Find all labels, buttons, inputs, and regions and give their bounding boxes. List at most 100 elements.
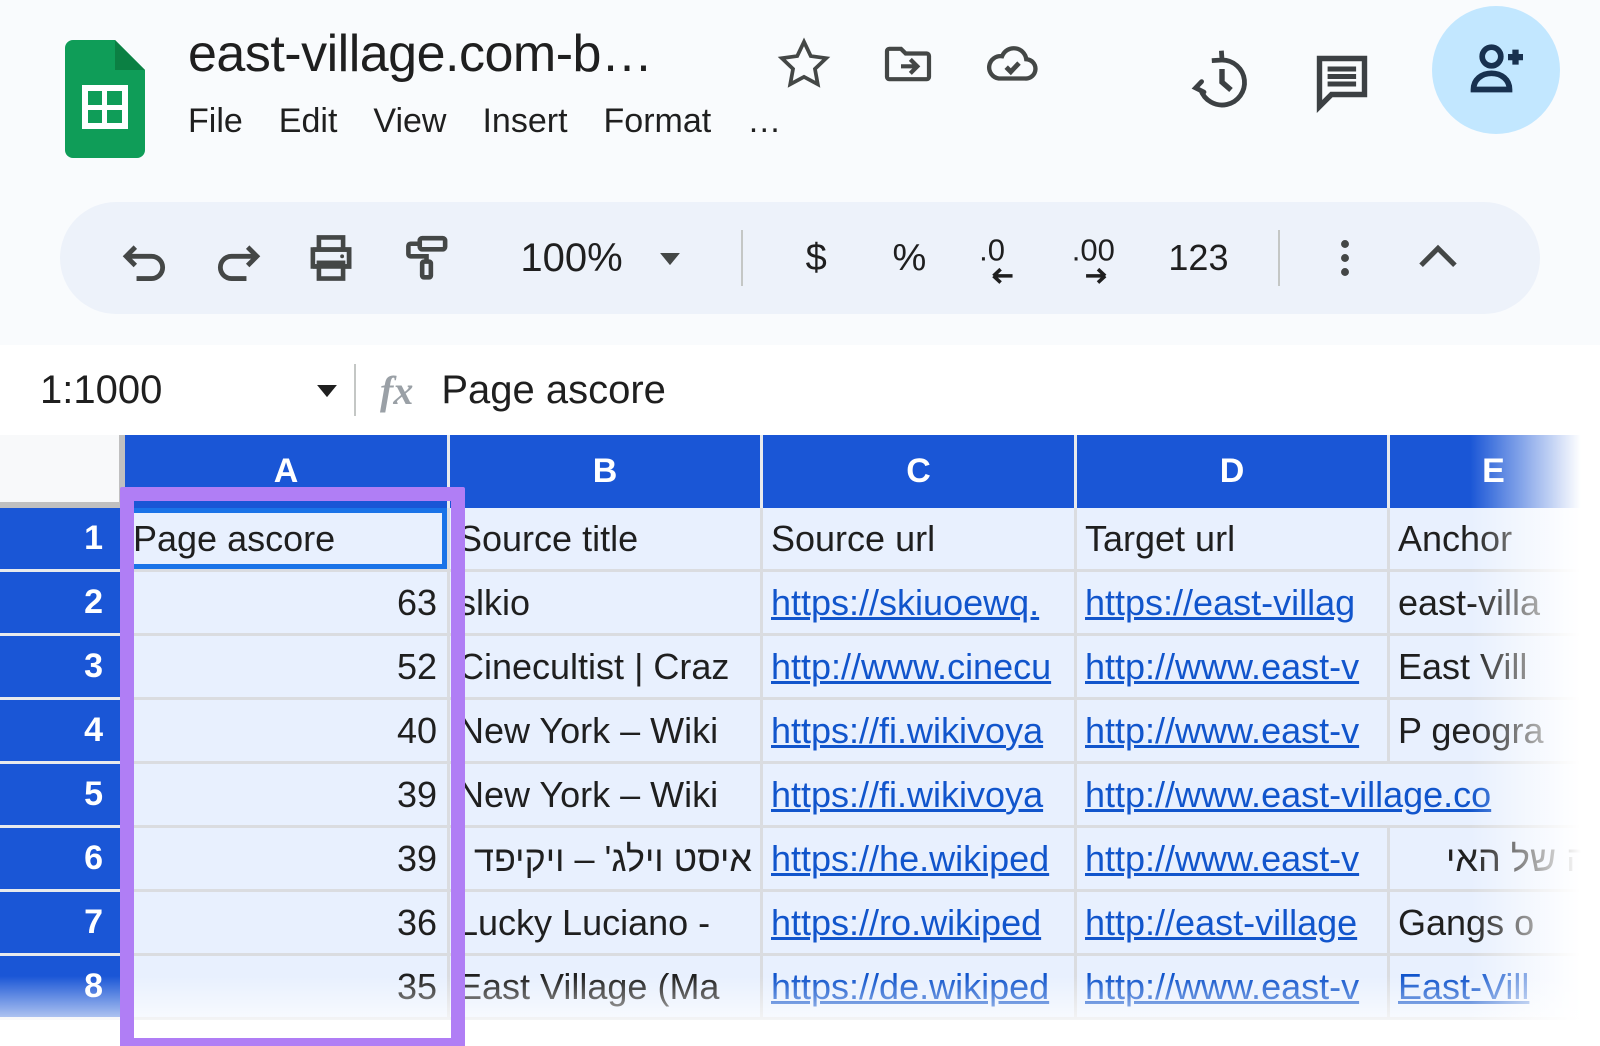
collapse-menus-button[interactable] (1382, 202, 1494, 314)
row-header-4[interactable]: 4 (0, 700, 125, 764)
row-header-8[interactable]: 8 (0, 956, 125, 1020)
cell-e8[interactable]: East-Vill (1390, 956, 1600, 1020)
cell-e7[interactable]: Gangs o (1390, 892, 1600, 956)
document-title[interactable]: east-village.com-b… (188, 28, 783, 80)
cell-a5[interactable]: 39 (125, 764, 450, 828)
redo-button[interactable] (191, 202, 284, 314)
column-header-a[interactable]: A (125, 435, 450, 508)
cell-c7[interactable]: https://ro.wikiped (763, 892, 1077, 956)
cell-a7[interactable]: 36 (125, 892, 450, 956)
select-all-corner[interactable] (0, 435, 125, 508)
column-header-c[interactable]: C (763, 435, 1077, 508)
cell-e4[interactable]: P geogra (1390, 700, 1600, 764)
menu-item-view[interactable]: View (373, 102, 446, 141)
cell-a1[interactable]: Page ascore (125, 508, 450, 572)
decrease-decimal-button[interactable]: .0 (956, 202, 1049, 314)
cell-c3[interactable]: http://www.cinecu (763, 636, 1077, 700)
cell-d6[interactable]: http://www.east-v (1077, 828, 1390, 892)
menu-item-format[interactable]: Format (604, 102, 712, 141)
cell-c5[interactable]: https://fi.wikivoya (763, 764, 1077, 828)
cell-e2[interactable]: east-villa (1390, 572, 1600, 636)
cell-d2[interactable]: https://east-villag (1077, 572, 1390, 636)
cell-d5[interactable]: http://www.east-village.co (1077, 764, 1600, 828)
cell-e1[interactable]: Anchor (1390, 508, 1600, 572)
menu-item-edit[interactable]: Edit (279, 102, 338, 141)
column-header-b[interactable]: B (450, 435, 763, 508)
cell-b3[interactable]: Cinecultist | Craz (450, 636, 763, 700)
name-box[interactable]: 1:1000 (40, 368, 310, 413)
row-header-6[interactable]: 6 (0, 828, 125, 892)
title-bar: east-village.com-b… File Edit View Inser… (0, 0, 1600, 190)
row-header-5[interactable]: 5 (0, 764, 125, 828)
more-options-button[interactable] (1308, 202, 1383, 314)
cell-b4[interactable]: New York – Wiki (450, 700, 763, 764)
row-header-3[interactable]: 3 (0, 636, 125, 700)
zoom-selector[interactable]: 100% (492, 202, 716, 314)
sheets-logo-icon (65, 40, 145, 158)
comment-icon[interactable] (1306, 45, 1378, 117)
main-toolbar: 100% $ % .0 .00 123 (60, 202, 1540, 314)
column-header-d[interactable]: D (1077, 435, 1390, 508)
undo-button[interactable] (98, 202, 191, 314)
cell-b2[interactable]: slkio (450, 572, 763, 636)
cell-b5[interactable]: New York – Wiki (450, 764, 763, 828)
table-row: 52 Cinecultist | Craz http://www.cinecu … (125, 636, 1600, 700)
increase-decimal-button[interactable]: .00 (1049, 202, 1147, 314)
percent-format-button[interactable]: % (863, 202, 956, 314)
toolbar-container: 100% $ % .0 .00 123 (0, 190, 1600, 345)
share-add-person-icon (1460, 34, 1532, 106)
cell-a4[interactable]: 40 (125, 700, 450, 764)
formula-divider (354, 364, 356, 416)
table-row: 36 Lucky Luciano - https://ro.wikiped ht… (125, 892, 1600, 956)
cell-d4[interactable]: http://www.east-v (1077, 700, 1390, 764)
star-icon[interactable] (775, 35, 833, 93)
cell-area: Page ascore Source title Source url Targ… (125, 508, 1600, 1020)
menu-item-file[interactable]: File (188, 102, 243, 141)
currency-format-button[interactable]: $ (770, 202, 863, 314)
cell-a6[interactable]: 39 (125, 828, 450, 892)
cell-c2[interactable]: https://skiuoewq. (763, 572, 1077, 636)
cell-b8[interactable]: East Village (Ma (450, 956, 763, 1020)
cell-c1[interactable]: Source url (763, 508, 1077, 572)
cell-a3[interactable]: 52 (125, 636, 450, 700)
more-formats-button[interactable]: 123 (1147, 202, 1250, 314)
fx-icon: fx (380, 367, 413, 414)
cell-e6[interactable]: ה של האי (1390, 828, 1600, 892)
share-button[interactable] (1432, 6, 1560, 134)
cell-d3[interactable]: http://www.east-v (1077, 636, 1390, 700)
toolbar-divider-1 (715, 202, 769, 314)
version-history-icon[interactable] (1186, 45, 1258, 117)
cell-c8[interactable]: https://de.wikiped (763, 956, 1077, 1020)
cell-a8[interactable]: 35 (125, 956, 450, 1020)
column-header-e[interactable]: E (1390, 435, 1600, 508)
row-header-1[interactable]: 1 (0, 508, 125, 572)
row-header-7[interactable]: 7 (0, 892, 125, 956)
chevron-down-icon (653, 241, 687, 275)
cell-b7[interactable]: Lucky Luciano - (450, 892, 763, 956)
cell-c4[interactable]: https://fi.wikivoya (763, 700, 1077, 764)
row-header-2[interactable]: 2 (0, 572, 125, 636)
table-row: 39 New York – Wiki https://fi.wikivoya h… (125, 764, 1600, 828)
table-row: 39 איסט וילג' – ויקיפד https://he.wikipe… (125, 828, 1600, 892)
cloud-saved-icon[interactable] (983, 35, 1041, 93)
move-to-folder-icon[interactable] (879, 35, 937, 93)
table-row: 63 slkio https://skiuoewq. https://east-… (125, 572, 1600, 636)
cell-a2[interactable]: 63 (125, 572, 450, 636)
name-box-chevron-down-icon[interactable] (310, 373, 344, 407)
formula-input[interactable]: Page ascore (441, 368, 666, 413)
menu-item-more[interactable]: … (747, 102, 783, 141)
table-row: 35 East Village (Ma https://de.wikiped h… (125, 956, 1600, 1020)
paint-format-button[interactable] (378, 202, 476, 314)
cell-d8[interactable]: http://www.east-v (1077, 956, 1390, 1020)
cell-b6[interactable]: איסט וילג' – ויקיפד (450, 828, 763, 892)
table-row: Page ascore Source title Source url Targ… (125, 508, 1600, 572)
cell-e3[interactable]: East Vill (1390, 636, 1600, 700)
print-button[interactable] (285, 202, 378, 314)
name-box-value: 1:1000 (40, 368, 162, 412)
cell-c6[interactable]: https://he.wikiped (763, 828, 1077, 892)
cell-d1[interactable]: Target url (1077, 508, 1390, 572)
cell-b1[interactable]: Source title (450, 508, 763, 572)
menu-item-insert[interactable]: Insert (482, 102, 567, 141)
cell-d7[interactable]: http://east-village (1077, 892, 1390, 956)
svg-text:.0: .0 (979, 232, 1005, 267)
